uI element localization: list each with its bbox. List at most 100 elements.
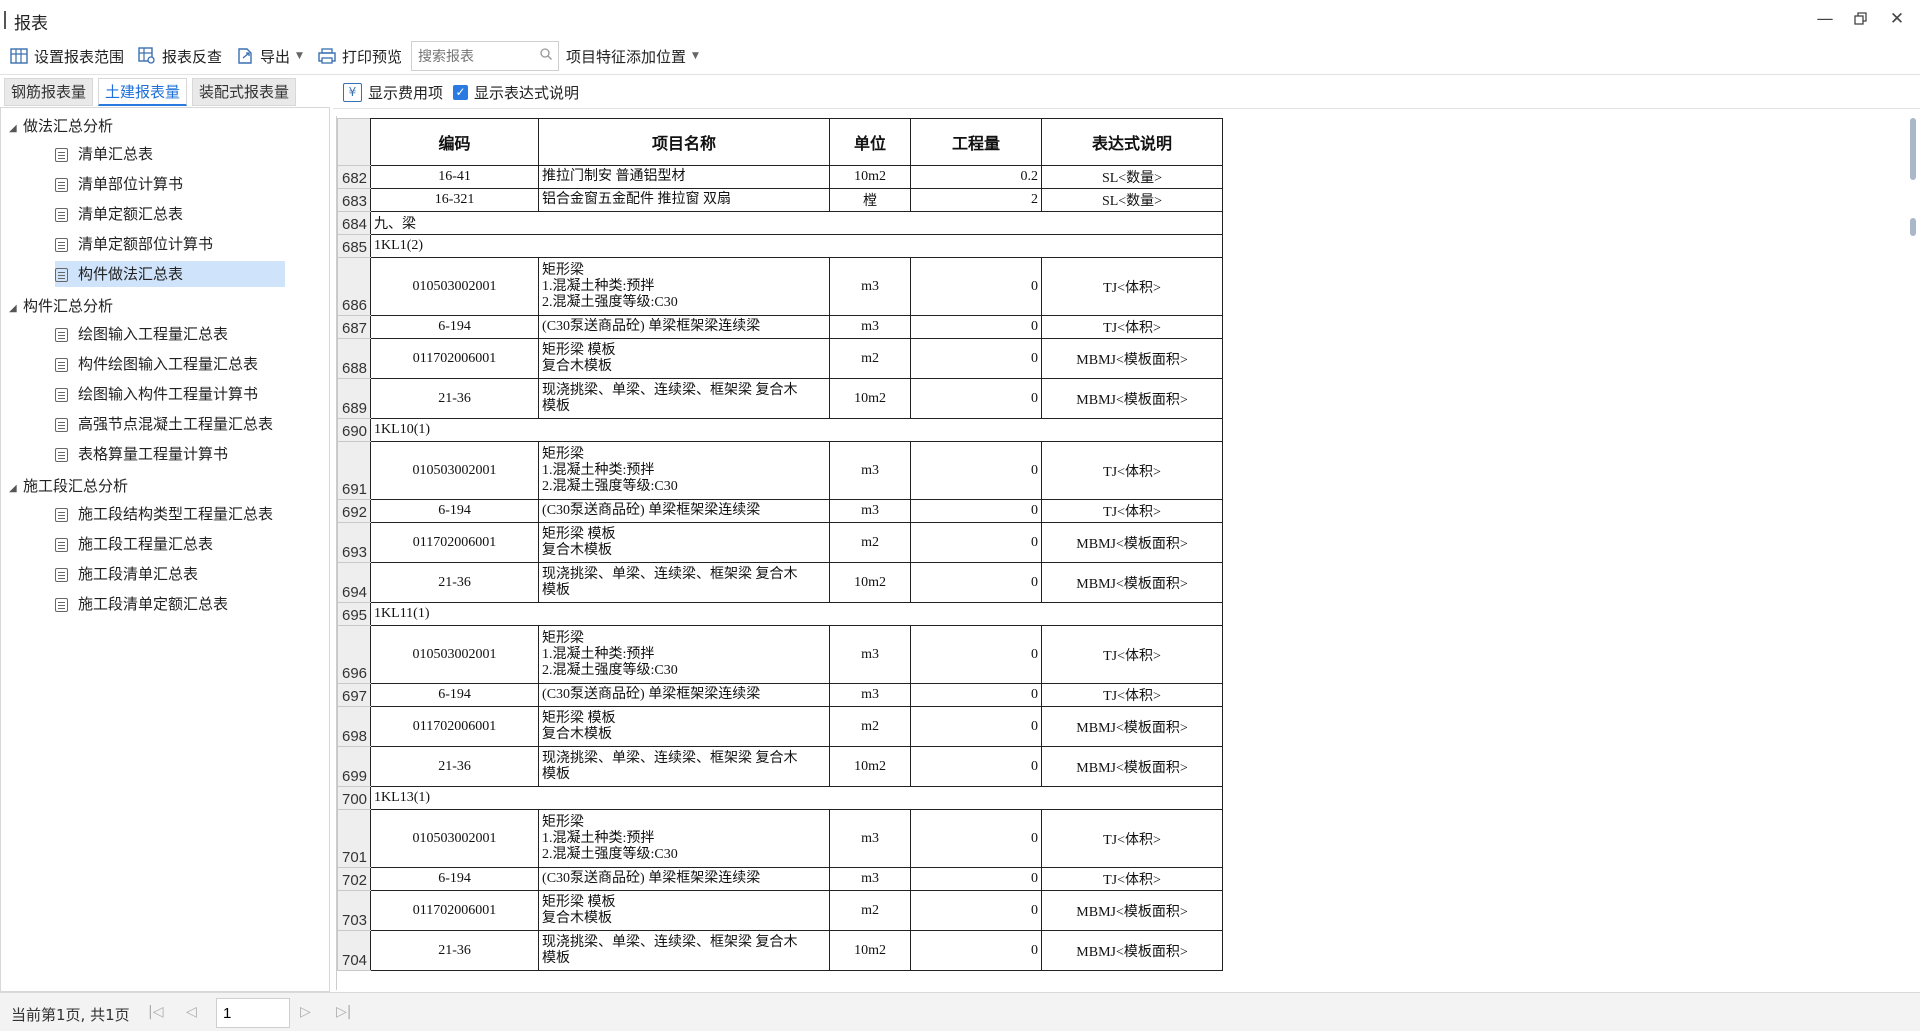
cell-quantity: 0: [910, 338, 1043, 379]
section-row: 690 1KL10(1): [337, 418, 1224, 442]
table-row: 689 21-36 现浇挑梁、单梁、连续梁、框架梁 复合木 模板 10m2 0 MBMJ<…: [337, 378, 1224, 419]
tree-group-method-summary[interactable]: ◢ 做法汇总分析: [9, 114, 113, 138]
table-row: 691 010503002001 矩形梁 1.混凝土种类:预拌 2.混凝土强度等级:…: [337, 441, 1224, 500]
expand-arrow-icon[interactable]: ◢: [9, 477, 23, 501]
cell-unit: 樘: [829, 188, 912, 212]
feature-position-label: 项目特征添加位置: [566, 47, 687, 66]
cell-quantity: 0: [910, 746, 1043, 787]
table-row: 699 21-36 现浇挑梁、单梁、连续梁、框架梁 复合木 模板 10m2 0 MBMJ<…: [337, 746, 1224, 787]
cell-name: (C30泵送商品砼) 单梁框架梁连续梁: [538, 315, 831, 339]
tree-group-component-summary[interactable]: ◢ 构件汇总分析: [9, 294, 113, 318]
tree-item-segment-structure-type[interactable]: 施工段结构类型工程量汇总表: [55, 501, 279, 527]
cell-name: (C30泵送商品砼) 单梁框架梁连续梁: [538, 683, 831, 707]
tree-item-drawing-input-summary[interactable]: 绘图输入工程量汇总表: [55, 321, 234, 347]
cell-code: 011702006001: [370, 522, 540, 563]
row-number: 702: [337, 867, 372, 891]
tree-item-bill-summary[interactable]: 清单汇总表: [55, 141, 159, 167]
row-number: 695: [337, 602, 372, 626]
export-button[interactable]: 导出 ▼: [236, 45, 303, 67]
row-number: 699: [337, 746, 372, 787]
set-range-button[interactable]: 设置报表范围: [10, 45, 124, 67]
show-fee-button[interactable]: ¥ 显示费用项: [343, 82, 443, 102]
scrollbar-thumb-secondary[interactable]: [1910, 218, 1916, 236]
tree-item-bill-quota-summary[interactable]: 清单定额汇总表: [55, 201, 189, 227]
tree-item-component-drawing-summary[interactable]: 构件绘图输入工程量汇总表: [55, 351, 264, 377]
minimize-icon[interactable]: —: [1808, 4, 1842, 34]
tab-prefab-report[interactable]: 装配式报表量: [192, 78, 296, 106]
search-icon[interactable]: [540, 48, 552, 60]
row-number: 694: [337, 562, 372, 603]
cell-code: 6-194: [370, 315, 540, 339]
cell-unit: m3: [829, 315, 912, 339]
search-input[interactable]: [416, 42, 538, 70]
feature-position-dropdown[interactable]: 项目特征添加位置 ▼: [566, 45, 699, 67]
previous-page-icon[interactable]: ◁: [186, 1004, 197, 1020]
document-icon: [55, 417, 68, 432]
last-page-icon[interactable]: ▷|: [336, 1004, 351, 1020]
print-icon: [318, 47, 336, 65]
page-number-input[interactable]: [221, 999, 285, 1027]
section-title: 1KL10(1): [370, 418, 1224, 442]
vertical-scrollbar[interactable]: [1908, 116, 1918, 990]
cell-quantity: 0: [910, 809, 1043, 868]
table-row: 701 010503002001 矩形梁 1.混凝土种类:预拌 2.混凝土强度等级:…: [337, 809, 1224, 868]
cell-unit: m3: [829, 625, 912, 684]
table-header-row: 编码 项目名称 单位 工程量 表达式说明: [337, 118, 1224, 166]
column-header-quantity: 工程量: [910, 118, 1043, 166]
print-preview-button[interactable]: 打印预览: [318, 45, 402, 67]
table-row: 698 011702006001 矩形梁 模板 复合木模板 m2 0 MBMJ<模板面积>: [337, 706, 1224, 747]
row-number: 697: [337, 683, 372, 707]
tree-group-construction-segment[interactable]: ◢ 施工段汇总分析: [9, 474, 128, 498]
tree-item-component-method-summary[interactable]: 构件做法汇总表: [55, 261, 285, 287]
table-row: 687 6-194 (C30泵送商品砼) 单梁框架梁连续梁 m3 0 TJ<体积>: [337, 315, 1224, 339]
next-page-icon[interactable]: ▷: [300, 1004, 311, 1020]
section-title: 九、梁: [370, 211, 1224, 235]
chevron-down-icon: ▼: [296, 51, 303, 61]
tree-item-segment-bill[interactable]: 施工段清单汇总表: [55, 561, 204, 587]
tree-item-high-strength-node[interactable]: 高强节点混凝土工程量汇总表: [55, 411, 279, 437]
cell-quantity: 0: [910, 315, 1043, 339]
table-row: 703 011702006001 矩形梁 模板 复合木模板 m2 0 MBMJ<模板面积>: [337, 890, 1224, 931]
first-page-icon[interactable]: |◁: [148, 1004, 163, 1020]
cell-expression: TJ<体积>: [1041, 809, 1224, 868]
document-icon: [55, 207, 68, 222]
expand-arrow-icon[interactable]: ◢: [9, 117, 23, 141]
report-search-box[interactable]: [411, 41, 559, 71]
close-icon[interactable]: ✕: [1880, 4, 1914, 34]
scrollbar-thumb[interactable]: [1910, 118, 1916, 180]
restore-icon[interactable]: [1844, 4, 1878, 34]
tab-civil-report[interactable]: 土建报表量: [98, 78, 187, 106]
range-grid-icon: [10, 47, 28, 65]
title-bar: 报表 — ✕: [0, 0, 1920, 39]
checkbox-checked-icon[interactable]: ✓: [453, 84, 468, 100]
tree-item-segment-bill-quota[interactable]: 施工段清单定额汇总表: [55, 591, 234, 617]
show-expression-checkbox[interactable]: ✓ 显示表达式说明: [453, 82, 579, 102]
tree-item-drawing-component-calc[interactable]: 绘图输入构件工程量计算书: [55, 381, 264, 407]
section-row: 684 九、梁: [337, 211, 1224, 235]
cell-name: 矩形梁 模板 复合木模板: [538, 522, 831, 563]
expand-arrow-icon[interactable]: ◢: [9, 297, 23, 321]
tree-item-bill-quota-location[interactable]: 清单定额部位计算书: [55, 231, 219, 257]
table-row: 692 6-194 (C30泵送商品砼) 单梁框架梁连续梁 m3 0 TJ<体积>: [337, 499, 1224, 523]
row-number: 689: [337, 378, 372, 419]
tree-item-table-calc[interactable]: 表格算量工程量计算书: [55, 441, 234, 467]
cell-unit: 10m2: [829, 562, 912, 603]
section-row: 695 1KL11(1): [337, 602, 1224, 626]
row-number: 700: [337, 786, 372, 810]
document-icon: [55, 387, 68, 402]
row-number-header: [337, 118, 372, 166]
tab-rebar-report[interactable]: 钢筋报表量: [4, 78, 93, 106]
row-number: 685: [337, 234, 372, 258]
cell-quantity: 0: [910, 562, 1043, 603]
cell-code: 011702006001: [370, 890, 540, 931]
section-row: 700 1KL13(1): [337, 786, 1224, 810]
tree-item-bill-location[interactable]: 清单部位计算书: [55, 171, 189, 197]
reverse-check-button[interactable]: 报表反查: [138, 45, 222, 67]
cell-quantity: 0: [910, 625, 1043, 684]
section-row: 685 1KL1(2): [337, 234, 1224, 258]
page-number-field[interactable]: [216, 998, 290, 1028]
document-icon: [55, 507, 68, 522]
tree-item-segment-quantity[interactable]: 施工段工程量汇总表: [55, 531, 219, 557]
cell-quantity: 0: [910, 499, 1043, 523]
cell-expression: TJ<体积>: [1041, 625, 1224, 684]
